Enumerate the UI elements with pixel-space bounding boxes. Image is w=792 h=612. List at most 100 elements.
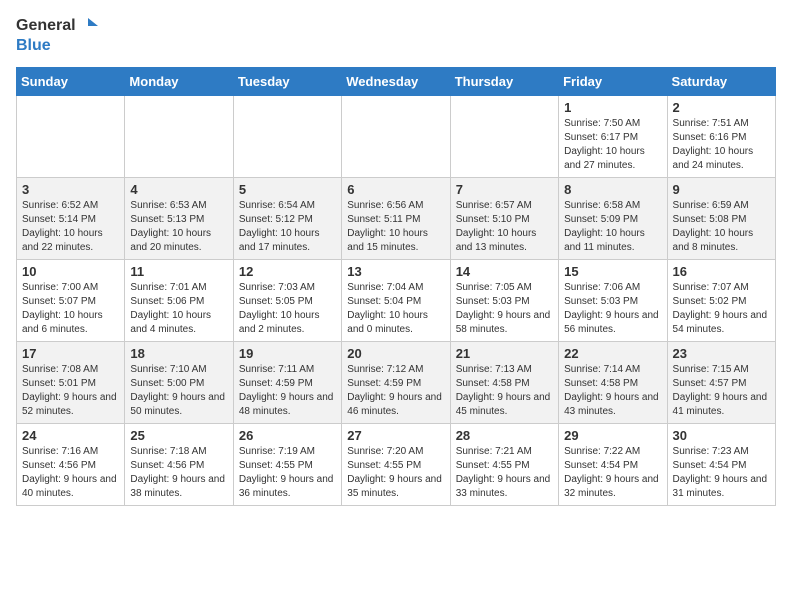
day-number: 24 bbox=[22, 428, 119, 443]
calendar-cell: 1Sunrise: 7:50 AM Sunset: 6:17 PM Daylig… bbox=[559, 96, 667, 178]
calendar-cell: 20 Sunrise: 7:12 AM Sunset: 4:59 PM Dayli… bbox=[342, 342, 450, 424]
calendar-week-row: 3 Sunrise: 6:52 AM Sunset: 5:14 PM Daylig… bbox=[17, 178, 776, 260]
day-number: 20 bbox=[347, 346, 444, 361]
day-info: Sunrise: 7:04 AM Sunset: 5:04 PM Dayligh… bbox=[347, 281, 444, 337]
calendar-cell bbox=[450, 96, 558, 178]
day-number: 23 bbox=[673, 346, 770, 361]
calendar-cell: 28 Sunrise: 7:21 AM Sunset: 4:55 PM Dayli… bbox=[450, 424, 558, 506]
day-info: Sunrise: 7:05 AM Sunset: 5:03 PM Dayligh… bbox=[456, 281, 553, 337]
day-number: 16 bbox=[673, 264, 770, 279]
calendar-cell: 3 Sunrise: 6:52 AM Sunset: 5:14 PM Daylig… bbox=[17, 178, 125, 260]
day-number: 17 bbox=[22, 346, 119, 361]
weekday-header-cell: Wednesday bbox=[342, 68, 450, 96]
day-info: Sunrise: 7:13 AM Sunset: 4:58 PM Dayligh… bbox=[456, 363, 553, 419]
day-info: Sunrise: 7:23 AM Sunset: 4:54 PM Dayligh… bbox=[673, 445, 770, 501]
day-info: Sunrise: 7:00 AM Sunset: 5:07 PM Dayligh… bbox=[22, 281, 119, 337]
calendar-cell: 6 Sunrise: 6:56 AM Sunset: 5:11 PM Daylig… bbox=[342, 178, 450, 260]
day-info: Sunrise: 7:19 AM Sunset: 4:55 PM Dayligh… bbox=[239, 445, 336, 501]
day-number: 30 bbox=[673, 428, 770, 443]
calendar-cell: 26 Sunrise: 7:19 AM Sunset: 4:55 PM Dayli… bbox=[233, 424, 341, 506]
day-info: Sunrise: 7:18 AM Sunset: 4:56 PM Dayligh… bbox=[130, 445, 227, 501]
calendar-cell: 15Sunrise: 7:06 AM Sunset: 5:03 PM Dayli… bbox=[559, 260, 667, 342]
weekday-header-cell: Thursday bbox=[450, 68, 558, 96]
logo-blue: Blue bbox=[16, 36, 51, 55]
day-number: 1 bbox=[564, 100, 661, 115]
day-info: Sunrise: 7:14 AM Sunset: 4:58 PM Dayligh… bbox=[564, 363, 661, 419]
calendar-cell: 2 Sunrise: 7:51 AM Sunset: 6:16 PM Daylig… bbox=[667, 96, 775, 178]
day-number: 21 bbox=[456, 346, 553, 361]
day-number: 4 bbox=[130, 182, 227, 197]
calendar-cell: 8 Sunrise: 6:58 AM Sunset: 5:09 PM Daylig… bbox=[559, 178, 667, 260]
calendar-cell: 17 Sunrise: 7:08 AM Sunset: 5:01 PM Dayli… bbox=[17, 342, 125, 424]
day-number: 29 bbox=[564, 428, 661, 443]
calendar-cell: 7 Sunrise: 6:57 AM Sunset: 5:10 PM Daylig… bbox=[450, 178, 558, 260]
day-number: 26 bbox=[239, 428, 336, 443]
day-info: Sunrise: 6:57 AM Sunset: 5:10 PM Dayligh… bbox=[456, 199, 553, 255]
day-info: Sunrise: 7:22 AM Sunset: 4:54 PM Dayligh… bbox=[564, 445, 661, 501]
day-info: Sunrise: 6:58 AM Sunset: 5:09 PM Dayligh… bbox=[564, 199, 661, 255]
calendar-body: 1Sunrise: 7:50 AM Sunset: 6:17 PM Daylig… bbox=[17, 96, 776, 506]
weekday-header-row: SundayMondayTuesdayWednesdayThursdayFrid… bbox=[17, 68, 776, 96]
day-number: 12 bbox=[239, 264, 336, 279]
day-info: Sunrise: 7:20 AM Sunset: 4:55 PM Dayligh… bbox=[347, 445, 444, 501]
logo-general: General bbox=[16, 16, 76, 35]
day-info: Sunrise: 7:12 AM Sunset: 4:59 PM Dayligh… bbox=[347, 363, 444, 419]
calendar-week-row: 24Sunrise: 7:16 AM Sunset: 4:56 PM Dayli… bbox=[17, 424, 776, 506]
calendar-cell: 25 Sunrise: 7:18 AM Sunset: 4:56 PM Dayli… bbox=[125, 424, 233, 506]
header: General Blue bbox=[16, 16, 776, 55]
day-number: 28 bbox=[456, 428, 553, 443]
day-info: Sunrise: 7:21 AM Sunset: 4:55 PM Dayligh… bbox=[456, 445, 553, 501]
calendar-cell: 11Sunrise: 7:01 AM Sunset: 5:06 PM Dayli… bbox=[125, 260, 233, 342]
calendar-cell bbox=[125, 96, 233, 178]
logo: General Blue bbox=[16, 16, 98, 55]
calendar-table: SundayMondayTuesdayWednesdayThursdayFrid… bbox=[16, 67, 776, 506]
day-number: 14 bbox=[456, 264, 553, 279]
weekday-header-cell: Saturday bbox=[667, 68, 775, 96]
day-number: 22 bbox=[564, 346, 661, 361]
weekday-header-cell: Monday bbox=[125, 68, 233, 96]
calendar-cell: 9Sunrise: 6:59 AM Sunset: 5:08 PM Daylig… bbox=[667, 178, 775, 260]
day-number: 5 bbox=[239, 182, 336, 197]
calendar-cell: 29 Sunrise: 7:22 AM Sunset: 4:54 PM Dayli… bbox=[559, 424, 667, 506]
day-number: 25 bbox=[130, 428, 227, 443]
calendar-week-row: 1Sunrise: 7:50 AM Sunset: 6:17 PM Daylig… bbox=[17, 96, 776, 178]
weekday-header-cell: Tuesday bbox=[233, 68, 341, 96]
day-info: Sunrise: 7:07 AM Sunset: 5:02 PM Dayligh… bbox=[673, 281, 770, 337]
calendar-cell: 24Sunrise: 7:16 AM Sunset: 4:56 PM Dayli… bbox=[17, 424, 125, 506]
calendar-cell: 14 Sunrise: 7:05 AM Sunset: 5:03 PM Dayli… bbox=[450, 260, 558, 342]
day-info: Sunrise: 6:53 AM Sunset: 5:13 PM Dayligh… bbox=[130, 199, 227, 255]
day-info: Sunrise: 7:08 AM Sunset: 5:01 PM Dayligh… bbox=[22, 363, 119, 419]
calendar-week-row: 10Sunrise: 7:00 AM Sunset: 5:07 PM Dayli… bbox=[17, 260, 776, 342]
calendar-cell bbox=[342, 96, 450, 178]
day-info: Sunrise: 7:03 AM Sunset: 5:05 PM Dayligh… bbox=[239, 281, 336, 337]
day-number: 7 bbox=[456, 182, 553, 197]
day-number: 13 bbox=[347, 264, 444, 279]
calendar-cell bbox=[17, 96, 125, 178]
day-info: Sunrise: 7:06 AM Sunset: 5:03 PM Dayligh… bbox=[564, 281, 661, 337]
day-number: 18 bbox=[130, 346, 227, 361]
day-number: 3 bbox=[22, 182, 119, 197]
day-info: Sunrise: 6:52 AM Sunset: 5:14 PM Dayligh… bbox=[22, 199, 119, 255]
logo-bird-icon bbox=[78, 16, 98, 36]
calendar-cell bbox=[233, 96, 341, 178]
weekday-header-cell: Friday bbox=[559, 68, 667, 96]
day-number: 9 bbox=[673, 182, 770, 197]
calendar-cell: 12 Sunrise: 7:03 AM Sunset: 5:05 PM Dayli… bbox=[233, 260, 341, 342]
day-number: 2 bbox=[673, 100, 770, 115]
day-number: 27 bbox=[347, 428, 444, 443]
calendar-week-row: 17 Sunrise: 7:08 AM Sunset: 5:01 PM Dayli… bbox=[17, 342, 776, 424]
day-info: Sunrise: 7:01 AM Sunset: 5:06 PM Dayligh… bbox=[130, 281, 227, 337]
calendar-cell: 4 Sunrise: 6:53 AM Sunset: 5:13 PM Daylig… bbox=[125, 178, 233, 260]
calendar-cell: 19 Sunrise: 7:11 AM Sunset: 4:59 PM Dayli… bbox=[233, 342, 341, 424]
day-number: 19 bbox=[239, 346, 336, 361]
day-info: Sunrise: 6:56 AM Sunset: 5:11 PM Dayligh… bbox=[347, 199, 444, 255]
calendar-cell: 30 Sunrise: 7:23 AM Sunset: 4:54 PM Dayli… bbox=[667, 424, 775, 506]
day-info: Sunrise: 7:51 AM Sunset: 6:16 PM Dayligh… bbox=[673, 117, 770, 173]
day-info: Sunrise: 7:15 AM Sunset: 4:57 PM Dayligh… bbox=[673, 363, 770, 419]
day-number: 6 bbox=[347, 182, 444, 197]
calendar-cell: 5Sunrise: 6:54 AM Sunset: 5:12 PM Daylig… bbox=[233, 178, 341, 260]
day-number: 8 bbox=[564, 182, 661, 197]
calendar-cell: 16 Sunrise: 7:07 AM Sunset: 5:02 PM Dayli… bbox=[667, 260, 775, 342]
calendar-cell: 27 Sunrise: 7:20 AM Sunset: 4:55 PM Dayli… bbox=[342, 424, 450, 506]
day-info: Sunrise: 7:11 AM Sunset: 4:59 PM Dayligh… bbox=[239, 363, 336, 419]
